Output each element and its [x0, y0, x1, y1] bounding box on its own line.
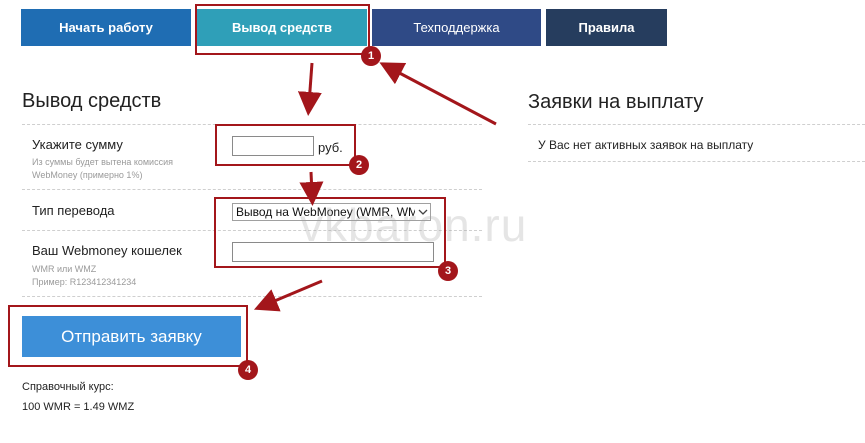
arrow-down-icon [299, 171, 324, 206]
annotation-badge: 3 [438, 261, 458, 281]
arrow-down-icon [297, 62, 322, 116]
annotation-badge: 4 [238, 360, 258, 380]
annotation-badge: 1 [361, 46, 381, 66]
arrow-to-tab-icon [379, 62, 497, 126]
arrow-to-submit-icon [253, 279, 323, 312]
annotation-arrows [253, 62, 497, 312]
annotation-badge: 2 [349, 155, 369, 175]
